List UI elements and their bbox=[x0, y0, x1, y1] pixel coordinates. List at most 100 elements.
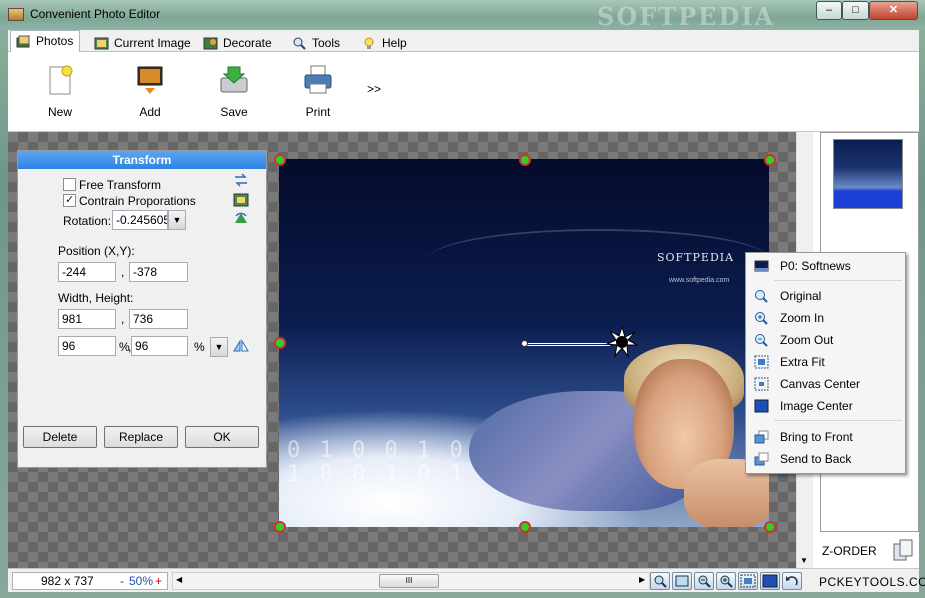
z-order-icon[interactable] bbox=[892, 538, 914, 562]
zoom-out-minus[interactable]: - bbox=[120, 573, 124, 589]
tab-tools[interactable]: Tools bbox=[286, 32, 347, 53]
rotation-field[interactable]: -0.2456050 bbox=[112, 210, 168, 230]
save-label: Save bbox=[220, 105, 248, 119]
width-field[interactable]: 981 bbox=[58, 309, 116, 329]
minimize-button[interactable]: – bbox=[816, 1, 842, 20]
menu-item-zoom-out-label: Zoom Out bbox=[780, 333, 834, 347]
position-label: Position (X,Y): bbox=[58, 244, 135, 258]
percent-dropdown-button[interactable]: ▼ bbox=[210, 337, 228, 357]
size-comma: , bbox=[121, 312, 125, 326]
free-transform-label: Free Transform bbox=[79, 178, 162, 192]
add-button[interactable]: Add bbox=[120, 60, 180, 126]
add-photo-icon bbox=[137, 66, 163, 94]
image-center-icon bbox=[754, 399, 769, 413]
menu-separator bbox=[774, 280, 902, 281]
more-commands-button[interactable]: >> bbox=[367, 82, 381, 96]
menu-separator bbox=[774, 420, 902, 421]
image-icon bbox=[94, 37, 109, 50]
canvas-center-icon bbox=[754, 377, 769, 391]
delete-button[interactable]: Delete bbox=[23, 426, 97, 448]
menu-item-canvas-center[interactable]: Canvas Center bbox=[748, 373, 903, 395]
tab-current-image[interactable]: Current Image bbox=[88, 32, 198, 53]
z-order-control[interactable]: Z-ORDER bbox=[820, 536, 919, 564]
rotation-arm bbox=[524, 343, 610, 346]
menu-item-original[interactable]: Original bbox=[748, 285, 903, 307]
width-percent-field[interactable]: 96 bbox=[58, 336, 116, 356]
resize-handle-bottom-right[interactable] bbox=[764, 521, 776, 533]
status-zoom-icon[interactable] bbox=[650, 572, 670, 590]
menu-item-image-center[interactable]: Image Center bbox=[748, 395, 903, 417]
zoom-original-icon bbox=[755, 290, 768, 303]
softpedia-watermark: SOFTPEDIA bbox=[597, 2, 776, 31]
ribbon-toolbar: New Add Save Print >> bbox=[8, 52, 919, 132]
menu-item-zoom-out[interactable]: Zoom Out bbox=[748, 329, 903, 351]
contrain-proporations-checkbox[interactable] bbox=[63, 193, 76, 207]
image-info-box: 982 x 737 - 50% + bbox=[12, 572, 168, 590]
status-zoom-out-icon[interactable] bbox=[694, 572, 714, 590]
rotation-center-knob[interactable] bbox=[521, 340, 528, 347]
menu-item-bring-to-front[interactable]: Bring to Front bbox=[748, 426, 903, 448]
rotation-handle-icon[interactable] bbox=[606, 326, 638, 358]
tab-decorate[interactable]: Decorate bbox=[197, 32, 279, 53]
resize-handle-left[interactable] bbox=[274, 337, 286, 349]
status-center-icon[interactable] bbox=[760, 572, 780, 590]
maximize-button[interactable]: □ bbox=[842, 1, 869, 20]
print-label: Print bbox=[305, 105, 331, 119]
resize-handle-top-left[interactable] bbox=[274, 154, 286, 166]
height-field[interactable]: 736 bbox=[129, 309, 188, 329]
menu-item-layer[interactable]: P0: Softnews bbox=[748, 255, 903, 277]
menu-item-canvas-center-label: Canvas Center bbox=[780, 377, 861, 391]
image-dimensions: 982 x 737 bbox=[41, 574, 94, 588]
menu-item-zoom-in[interactable]: Zoom In bbox=[748, 307, 903, 329]
lightbulb-icon bbox=[364, 37, 374, 49]
canvas-workspace[interactable]: Transform Free Transform Contrain Propor… bbox=[8, 132, 796, 568]
new-button[interactable]: New bbox=[30, 60, 90, 126]
height-percent-field[interactable]: 96 bbox=[131, 336, 188, 356]
resize-handle-top-right[interactable] bbox=[764, 154, 776, 166]
horizontal-scroll-thumb[interactable]: III bbox=[379, 574, 439, 588]
free-transform-checkbox[interactable] bbox=[63, 178, 76, 191]
save-button[interactable]: Save bbox=[204, 60, 264, 126]
scroll-down-arrow-icon[interactable]: ▼ bbox=[800, 556, 808, 565]
status-extra-fit-icon[interactable] bbox=[738, 572, 758, 590]
layer-thumbnail[interactable] bbox=[833, 139, 903, 209]
scroll-right-arrow-icon[interactable]: ▶ bbox=[639, 575, 645, 584]
layer-thumbnail-icon bbox=[754, 260, 769, 272]
ok-button[interactable]: OK bbox=[185, 426, 259, 448]
scroll-left-arrow-icon[interactable]: ◀ bbox=[176, 575, 182, 584]
title-bar[interactable]: Convenient Photo Editor SOFTPEDIA – □ ✕ bbox=[0, 0, 925, 31]
zoom-in-plus[interactable]: + bbox=[155, 573, 162, 589]
tab-help[interactable]: Help bbox=[356, 32, 414, 53]
status-zoom-in-icon[interactable] bbox=[716, 572, 736, 590]
fit-image-icon[interactable] bbox=[233, 193, 249, 207]
tab-tools-label: Tools bbox=[312, 36, 341, 50]
resize-handle-top[interactable] bbox=[519, 154, 531, 166]
status-undo-icon[interactable] bbox=[782, 572, 802, 590]
resize-handle-bottom[interactable] bbox=[519, 521, 531, 533]
mirror-icon[interactable] bbox=[233, 339, 249, 353]
print-button[interactable]: Print bbox=[288, 60, 348, 126]
tab-photos-label: Photos bbox=[36, 34, 74, 48]
close-button[interactable]: ✕ bbox=[869, 1, 918, 20]
canvas-horizontal-scrollbar[interactable]: ◀ III ▶ bbox=[172, 572, 650, 590]
decorate-icon bbox=[203, 37, 218, 50]
rotation-dropdown-button[interactable]: ▼ bbox=[168, 210, 186, 230]
status-fit-icon[interactable] bbox=[672, 572, 692, 590]
menu-item-original-label: Original bbox=[780, 289, 822, 303]
window-title: Convenient Photo Editor bbox=[30, 7, 161, 21]
position-comma: , bbox=[121, 265, 125, 279]
menu-item-extra-fit[interactable]: Extra Fit bbox=[748, 351, 903, 373]
size-label: Width, Height: bbox=[58, 291, 134, 305]
position-x-field[interactable]: -244 bbox=[58, 262, 116, 282]
new-label: New bbox=[47, 105, 72, 119]
position-y-field[interactable]: -378 bbox=[129, 262, 188, 282]
rotate-icon[interactable] bbox=[233, 211, 249, 225]
flip-horizontal-icon[interactable] bbox=[233, 173, 249, 187]
resize-handle-bottom-left[interactable] bbox=[274, 521, 286, 533]
app-icon bbox=[8, 8, 24, 21]
rotation-label: Rotation: bbox=[63, 214, 112, 228]
replace-button[interactable]: Replace bbox=[104, 426, 178, 448]
z-order-label: Z-ORDER bbox=[822, 544, 877, 558]
tab-photos[interactable]: Photos bbox=[10, 30, 81, 53]
menu-item-send-to-back[interactable]: Send to Back bbox=[748, 448, 903, 470]
